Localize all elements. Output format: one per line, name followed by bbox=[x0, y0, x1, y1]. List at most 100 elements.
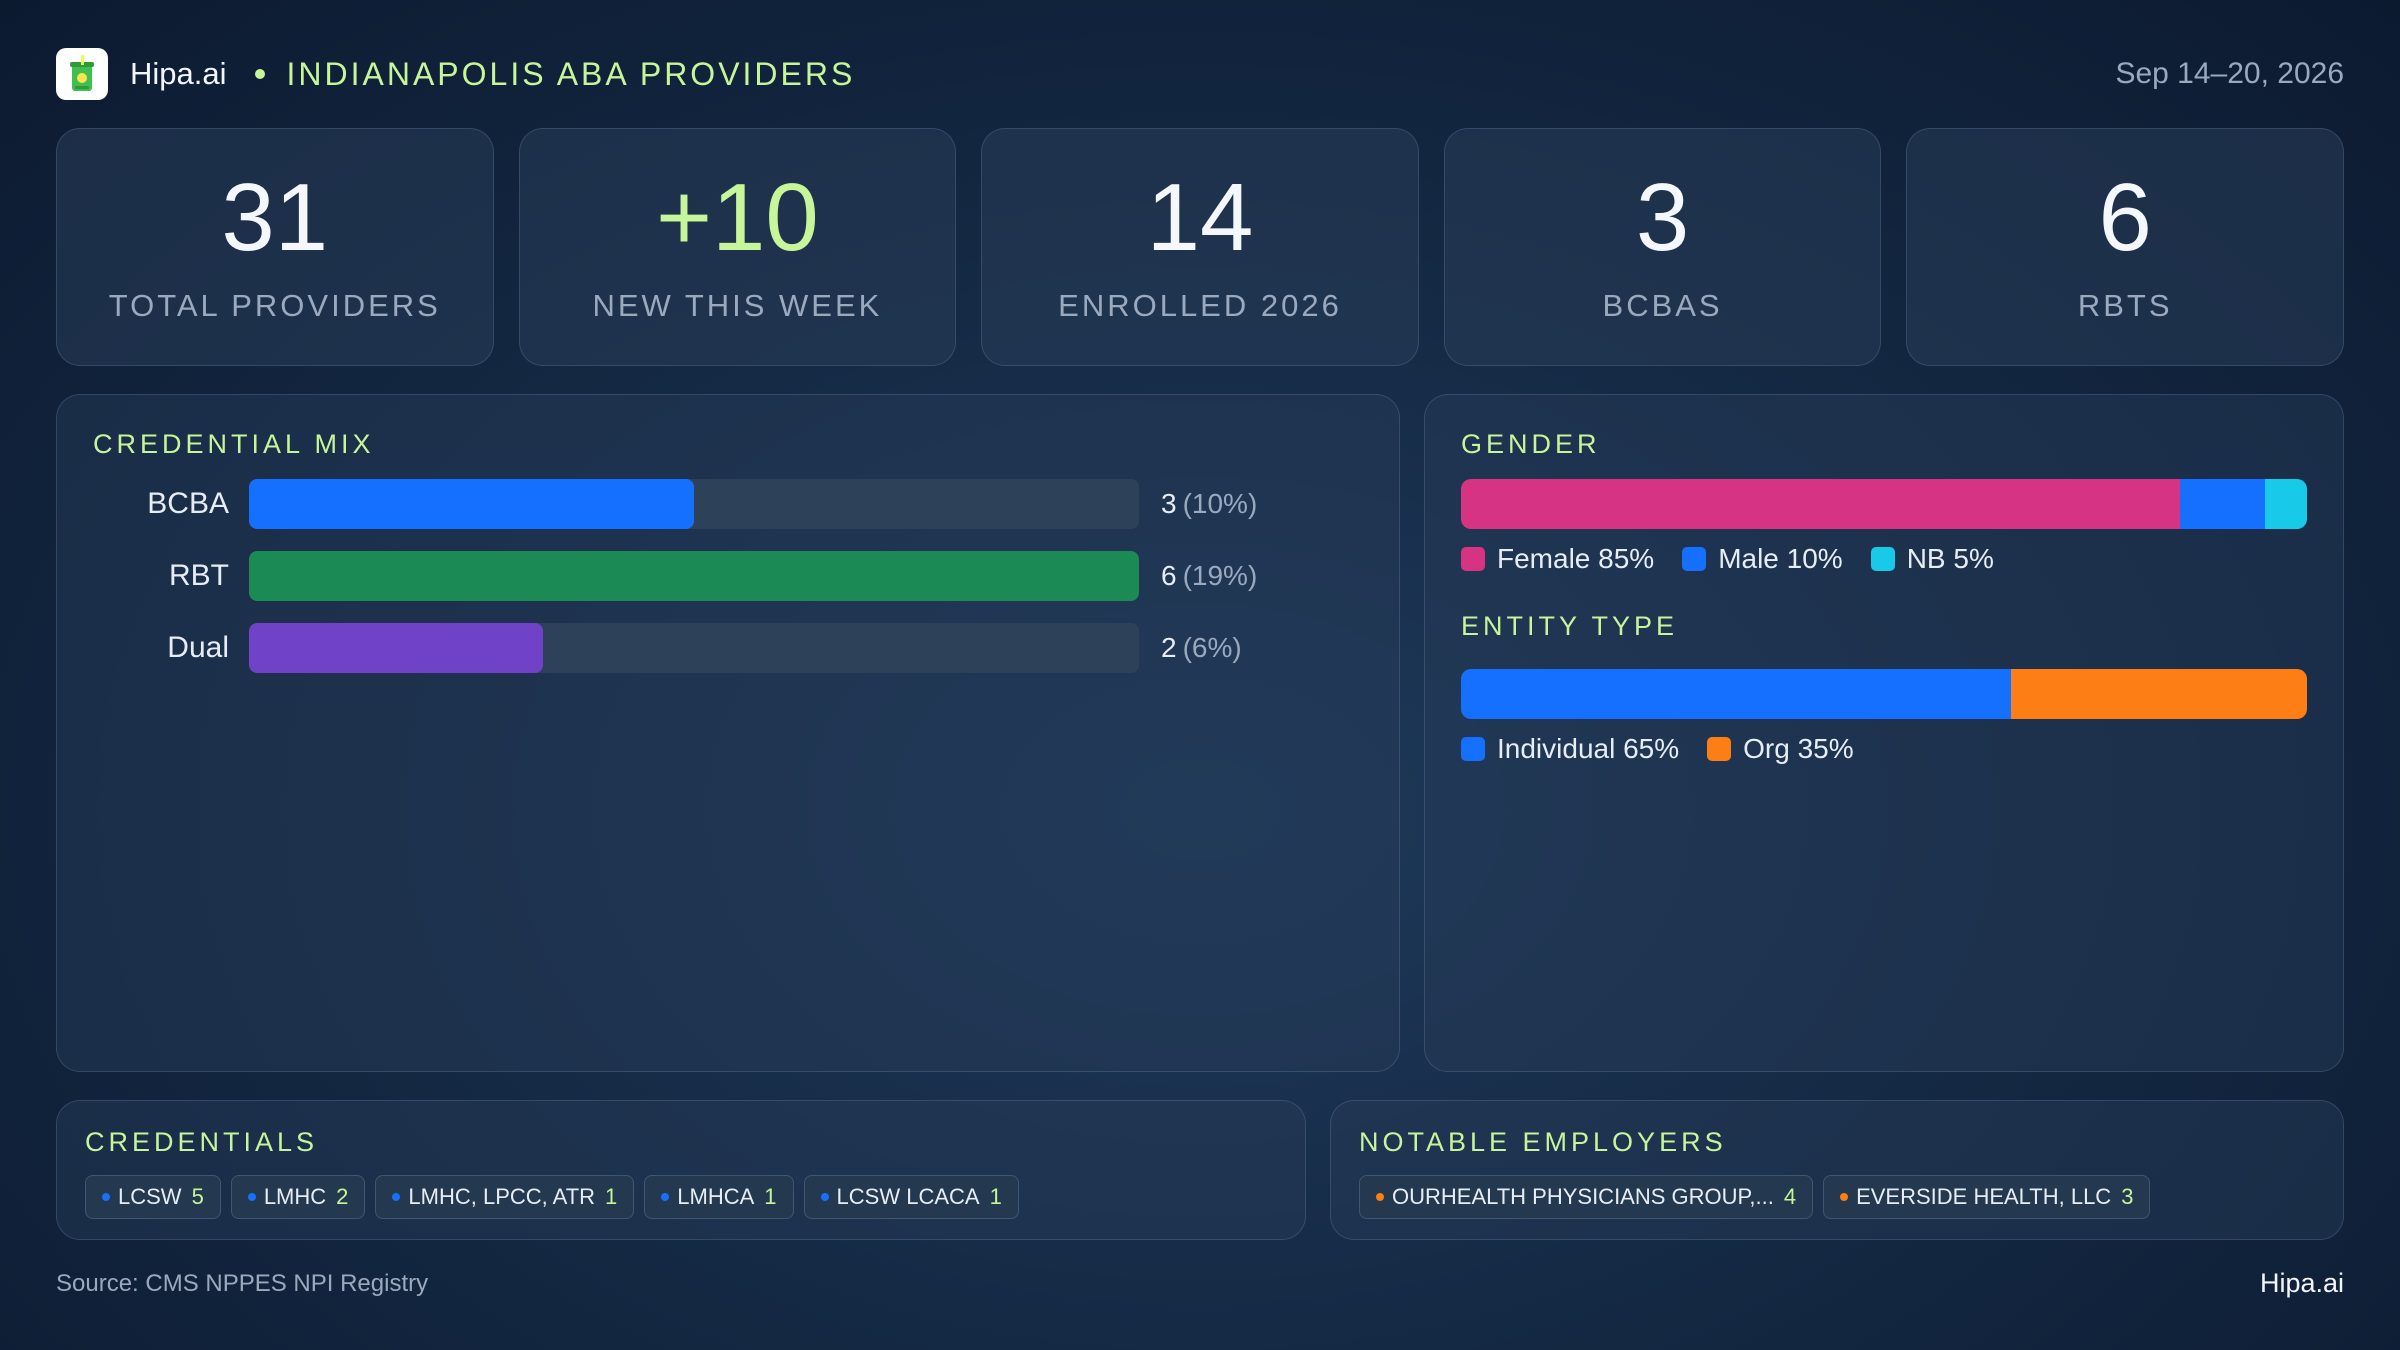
chip-dot bbox=[1840, 1193, 1849, 1201]
kpi-row: 31 TOTAL PROVIDERS +10 NEW THIS WEEK 14 … bbox=[56, 128, 2344, 366]
entity-type-legend-item: Org 35% bbox=[1707, 733, 1854, 765]
bar-row-bcba: BCBA 3 (10%) bbox=[93, 479, 1293, 529]
credentials-panel: CREDENTIALS LCSW 5 LMHC 2 LMHC, LPCC, ATR 1 LM… bbox=[56, 1100, 1306, 1240]
chip-label: LMHC bbox=[263, 1184, 327, 1209]
chip-label: EVERSIDE HEALTH, LLC bbox=[1856, 1184, 2112, 1209]
bar-value: 2 (6%) bbox=[1161, 632, 1242, 664]
header: Hipa.ai INDIANAPOLIS ABA PROVIDERS Sep 1… bbox=[56, 46, 2344, 102]
legend-label: NB 5% bbox=[1906, 543, 1994, 574]
chip-dot bbox=[102, 1193, 110, 1201]
brand-name: Hipa.ai bbox=[130, 56, 227, 91]
kpi-card-bcbas: 3 BCBAS bbox=[1443, 128, 1882, 366]
legend-label: Female 85% bbox=[1497, 543, 1655, 574]
gender-segment bbox=[1461, 479, 2181, 529]
entity-type-segment bbox=[2010, 669, 2307, 719]
credential-mix-panel: CREDENTIAL MIX BCBA 3 (10%) RBT 6 (19%) Du… bbox=[56, 394, 1400, 1072]
kpi-value: 3 bbox=[1635, 164, 1690, 271]
legend-label: Individual 65% bbox=[1497, 733, 1680, 764]
chip-label: LCSW LCACA bbox=[836, 1184, 980, 1209]
bar-count: 6 bbox=[1161, 560, 1177, 591]
employer-chips: OURHEALTH PHYSICIANS GROUP,... 4 EVERSIDE … bbox=[1359, 1175, 2151, 1219]
chip-dot bbox=[820, 1193, 829, 1201]
panel-title: CREDENTIAL MIX bbox=[93, 429, 375, 459]
legend-swatch bbox=[1461, 737, 1485, 761]
legend-swatch bbox=[1682, 547, 1707, 571]
bar-value: 3 (10%) bbox=[1161, 488, 1257, 520]
gender-legend-item: Female 85% bbox=[1461, 543, 1654, 575]
entity-type-legend-item: Individual 65% bbox=[1461, 733, 1679, 765]
employers-panel: NOTABLE EMPLOYERS OURHEALTH PHYSICIANS G… bbox=[1330, 1100, 2344, 1240]
chip-label: LMHCA bbox=[677, 1184, 755, 1209]
chip: OURHEALTH PHYSICIANS GROUP,... 4 bbox=[1359, 1175, 1814, 1219]
panel-title: NOTABLE EMPLOYERS bbox=[1359, 1127, 1727, 1157]
bar-label: Dual bbox=[167, 631, 229, 664]
kpi-label: RBTS bbox=[2077, 288, 2173, 323]
chip-dot bbox=[392, 1193, 401, 1201]
legend-swatch bbox=[1461, 547, 1485, 571]
bar-value: 6 (19%) bbox=[1161, 560, 1257, 592]
chip-count: 1 bbox=[764, 1184, 777, 1209]
bar-count: 3 bbox=[1161, 488, 1177, 519]
kpi-value: 31 bbox=[221, 164, 329, 271]
gender-legend: Female 85% Male 10% NB 5% bbox=[1461, 543, 1994, 575]
credential-chips: LCSW 5 LMHC 2 LMHC, LPCC, ATR 1 LMHCA 1 LCSW LCA… bbox=[85, 1175, 1019, 1219]
bar-track bbox=[249, 551, 1139, 601]
chip-label: LCSW bbox=[118, 1184, 182, 1209]
legend-label: Male 10% bbox=[1718, 543, 1843, 574]
cup-icon bbox=[56, 48, 108, 100]
kpi-value: 14 bbox=[1146, 164, 1254, 271]
bar-label: RBT bbox=[169, 559, 229, 592]
bar-percent: (19%) bbox=[1182, 560, 1258, 591]
chip-dot bbox=[661, 1193, 670, 1201]
bar-track bbox=[249, 479, 1139, 529]
kpi-label: TOTAL PROVIDERS bbox=[108, 288, 441, 323]
chip: LMHCA 1 bbox=[644, 1175, 794, 1219]
chip-label: LMHC, LPCC, ATR bbox=[408, 1184, 596, 1209]
chip-count: 1 bbox=[605, 1184, 618, 1209]
kpi-card-new-this-week: +10 NEW THIS WEEK bbox=[518, 128, 957, 366]
kpi-card-enrolled-2026: 14 ENROLLED 2026 bbox=[981, 128, 1419, 366]
chip: LMHC, LPCC, ATR 1 bbox=[375, 1175, 635, 1219]
gender-stacked-bar bbox=[1461, 479, 2307, 529]
bar-label: BCBA bbox=[147, 487, 229, 520]
separator-dot bbox=[254, 69, 265, 79]
gender-legend-item: Male 10% bbox=[1682, 543, 1843, 575]
demographics-panel: GENDER Female 85% Male 10% NB 5% ENTITY TY… bbox=[1424, 394, 2344, 1072]
kpi-label: ENROLLED 2026 bbox=[1058, 288, 1342, 323]
bar-track bbox=[249, 623, 1139, 673]
gender-segment bbox=[2264, 479, 2307, 529]
kpi-value: 6 bbox=[2098, 164, 2152, 271]
bar-row-dual: Dual 2 (6%) bbox=[93, 623, 1293, 673]
kpi-value: +10 bbox=[655, 164, 819, 271]
chip-count: 1 bbox=[989, 1184, 1002, 1209]
entity-type-title: ENTITY TYPE bbox=[1461, 611, 1679, 641]
gender-legend-item: NB 5% bbox=[1870, 543, 1994, 575]
kpi-label: BCBAS bbox=[1602, 288, 1723, 323]
chip-dot bbox=[1376, 1193, 1384, 1201]
kpi-label: NEW THIS WEEK bbox=[592, 288, 883, 323]
kpi-card-total-providers: 31 TOTAL PROVIDERS bbox=[56, 128, 494, 366]
bar-count: 2 bbox=[1161, 632, 1177, 663]
kpi-card-rbts: 6 RBTS bbox=[1906, 128, 2344, 366]
page-title: INDIANAPOLIS ABA PROVIDERS bbox=[286, 55, 856, 92]
gender-segment bbox=[2180, 479, 2265, 529]
date-range: Sep 14–20, 2026 bbox=[2115, 57, 2344, 90]
chip-count: 5 bbox=[191, 1184, 204, 1209]
legend-label: Org 35% bbox=[1743, 733, 1854, 764]
bar-percent: (10%) bbox=[1182, 488, 1258, 519]
legend-swatch bbox=[1707, 737, 1732, 761]
chip: LMHC 2 bbox=[230, 1175, 366, 1219]
footer-brand: Hipa.ai bbox=[2259, 1268, 2344, 1298]
bar-fill bbox=[249, 623, 543, 673]
gender-title: GENDER bbox=[1461, 429, 1601, 459]
bar-fill bbox=[249, 479, 694, 529]
chip-label: OURHEALTH PHYSICIANS GROUP,... bbox=[1392, 1184, 1774, 1209]
panel-title: CREDENTIALS bbox=[85, 1127, 319, 1157]
chip-count: 2 bbox=[336, 1184, 349, 1209]
chip: LCSW LCACA 1 bbox=[803, 1175, 1019, 1219]
entity-type-legend: Individual 65% Org 35% bbox=[1461, 733, 1854, 765]
source-note: Source: CMS NPPES NPI Registry bbox=[56, 1270, 429, 1297]
entity-type-segment bbox=[1461, 669, 2011, 719]
entity-type-stacked-bar bbox=[1461, 669, 2307, 719]
bar-percent: (6%) bbox=[1182, 632, 1242, 663]
